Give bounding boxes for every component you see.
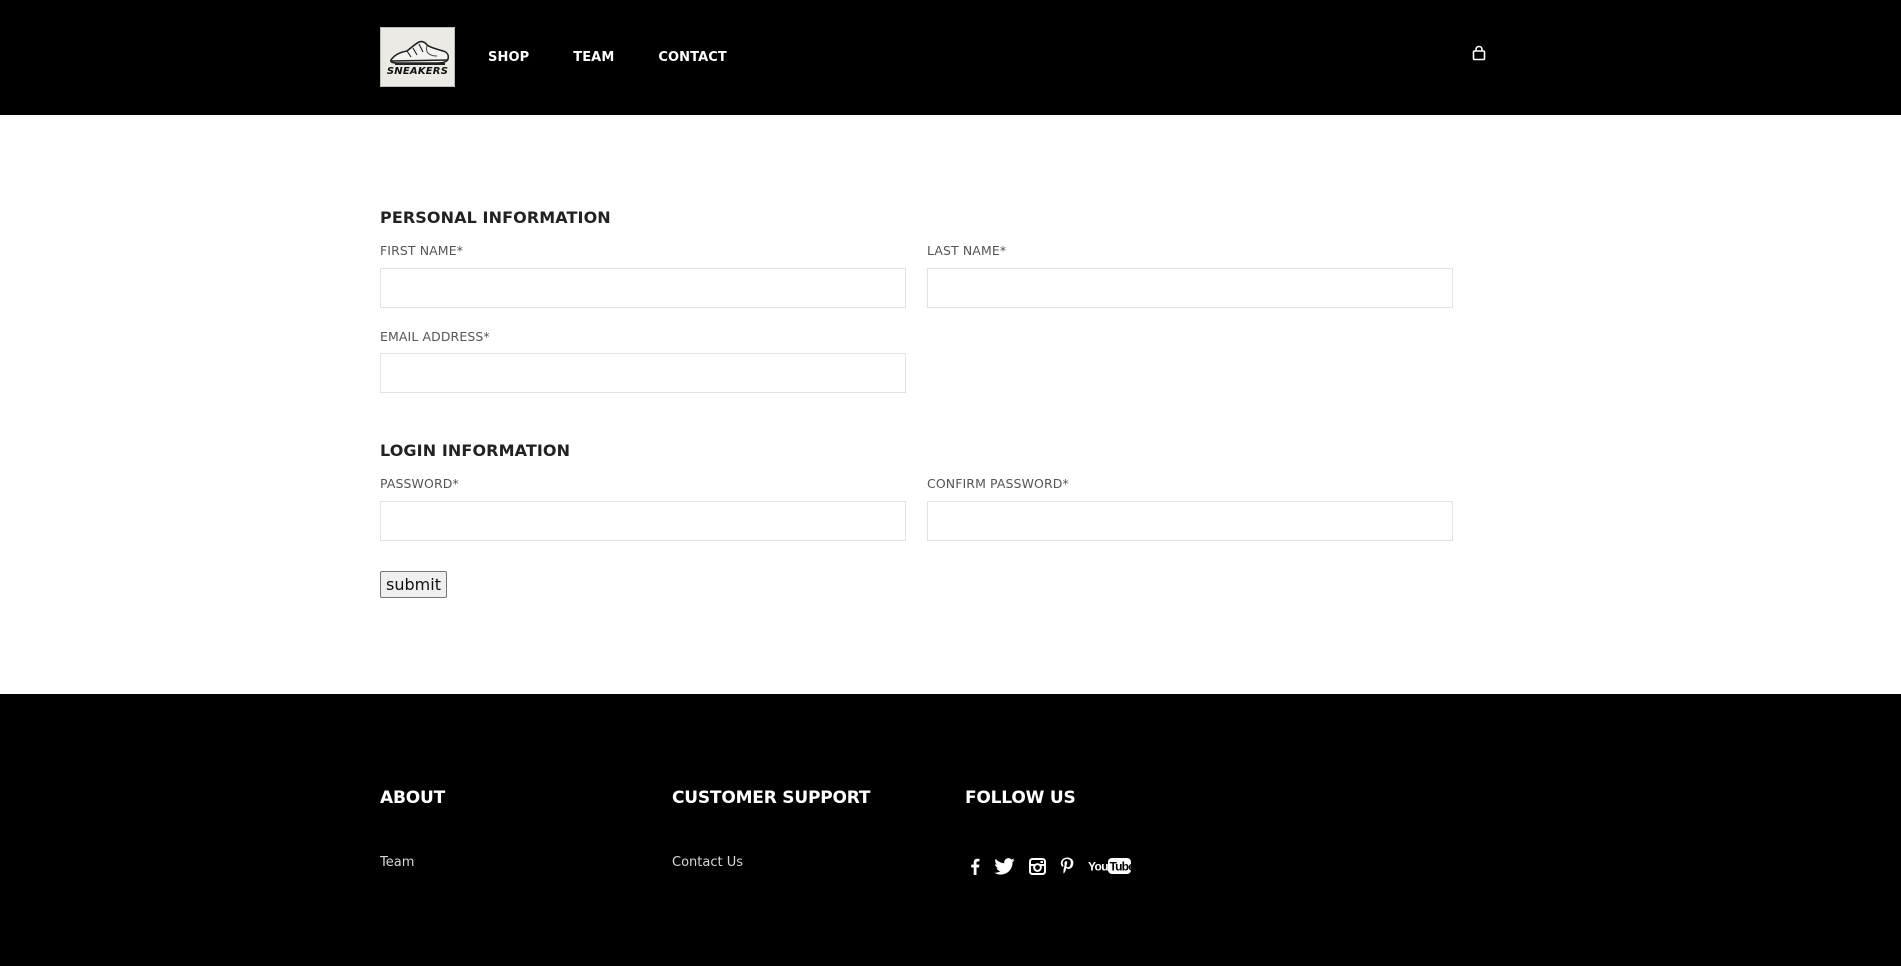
svg-text:You: You xyxy=(1088,860,1108,874)
first-name-label: FIRST NAME* xyxy=(380,243,464,258)
last-name-label: LAST NAME* xyxy=(927,243,1007,258)
twitter-icon[interactable] xyxy=(994,856,1015,876)
confirm-password-label: CONFIRM PASSWORD* xyxy=(927,476,1069,491)
email-address-label: EMAIL ADDRESS* xyxy=(380,329,490,344)
registration-form: PERSONAL INFORMATION FIRST NAME* LAST NA… xyxy=(0,115,1901,694)
site-header: SNEAKERS SHOP TEAM CONTACT xyxy=(0,0,1901,115)
main-nav: SHOP TEAM CONTACT xyxy=(488,50,771,65)
password-input[interactable] xyxy=(380,501,906,541)
pinterest-icon[interactable] xyxy=(1060,856,1074,876)
instagram-icon[interactable] xyxy=(1029,856,1046,876)
youtube-icon[interactable]: You Tube xyxy=(1088,856,1132,876)
shopping-bag-icon[interactable] xyxy=(1471,45,1487,61)
confirm-password-input[interactable] xyxy=(927,501,1453,541)
site-footer: ABOUT Team CUSTOMER SUPPORT Contact Us F… xyxy=(0,694,1901,966)
footer-link-contact-us[interactable]: Contact Us xyxy=(672,855,743,870)
first-name-input[interactable] xyxy=(380,268,906,308)
nav-team[interactable]: TEAM xyxy=(573,50,614,65)
nav-shop[interactable]: SHOP xyxy=(488,50,529,65)
social-links: You Tube xyxy=(970,856,1146,876)
personal-information-title: PERSONAL INFORMATION xyxy=(380,208,611,227)
facebook-icon[interactable] xyxy=(970,856,980,876)
submit-button[interactable]: submit xyxy=(380,571,447,598)
sneakers-logo[interactable]: SNEAKERS xyxy=(380,27,455,87)
footer-link-team[interactable]: Team xyxy=(380,855,414,870)
follow-us-heading: FOLLOW US xyxy=(965,788,1076,808)
about-heading: ABOUT xyxy=(380,788,445,808)
nav-contact[interactable]: CONTACT xyxy=(658,50,727,65)
logo-text: SNEAKERS xyxy=(386,66,449,77)
sneaker-icon xyxy=(390,40,450,65)
login-information-title: LOGIN INFORMATION xyxy=(380,441,571,460)
svg-text:Tube: Tube xyxy=(1110,860,1133,874)
email-address-input[interactable] xyxy=(380,353,906,393)
last-name-input[interactable] xyxy=(927,268,1453,308)
password-label: PASSWORD* xyxy=(380,476,459,491)
customer-support-heading: CUSTOMER SUPPORT xyxy=(672,788,871,808)
